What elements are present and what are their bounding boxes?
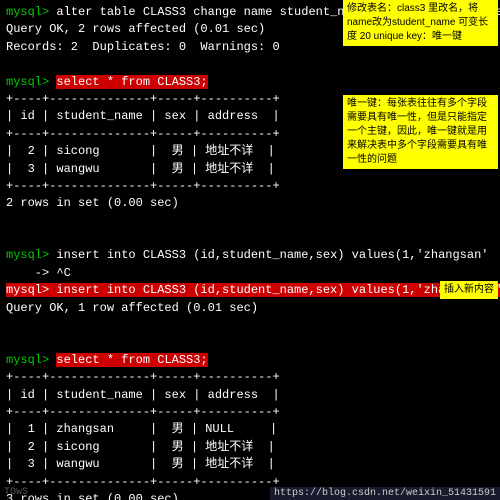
result-3: Records: 2 Duplicates: 0 Warnings: 0 (6, 40, 280, 54)
blank-3 (6, 230, 494, 247)
prompt-insert-1: mysql> (6, 248, 49, 262)
table2-border-1: +----+--------------+-----+----------+ (6, 369, 494, 386)
result-2: Query OK, 2 rows affected (0.01 sec) (6, 22, 265, 36)
rows-result-1: 2 rows in set (0.00 sec) (6, 195, 494, 212)
table-border-3: +----+--------------+-----+----------+ (6, 178, 494, 195)
line-blank-1 (6, 56, 494, 73)
select-cmd-1: select * from CLASS3; (56, 75, 207, 89)
comment-3: 插入新内容 (440, 281, 498, 299)
line-insert-cont: -> ^C (6, 265, 494, 282)
line-insert-2: mysql> insert into CLASS3 (id,student_na… (6, 282, 494, 299)
comment-1: 修改表名：class3 里改名，将name改为student_name 可变长度… (343, 0, 498, 46)
table2-row-2: | 2 | sicong | 男 | 地址不详 | (6, 439, 494, 456)
prompt-1: mysql> (6, 5, 49, 19)
terminal-window: mysql> alter table CLASS3 change name st… (0, 0, 500, 500)
insert-cont: -> ^C (6, 266, 71, 280)
table2-border-2: +----+--------------+-----+----------+ (6, 404, 494, 421)
watermark: TOwS (4, 487, 28, 498)
prompt-sel-2: mysql> (6, 353, 49, 367)
table2-row-3: | 3 | wangwu | 男 | 地址不详 | (6, 456, 494, 473)
blank-2 (6, 213, 494, 230)
blank-4 (6, 317, 494, 334)
line-select-2: mysql> select * from CLASS3; (6, 352, 494, 369)
insert-cmd-highlight: mysql> insert into CLASS3 (id,student_na… (6, 283, 500, 297)
table2-row-1: | 1 | zhangsan | 男 | NULL | (6, 421, 494, 438)
line-5: mysql> select * from CLASS3; (6, 74, 494, 91)
url-text: https://blog.csdn.net/weixin_51431591 (274, 488, 496, 499)
prompt-5: mysql> (6, 75, 49, 89)
query-ok-2: Query OK, 1 row affected (0.01 sec) (6, 300, 494, 317)
comment-2: 唯一键：每张表往往有多个字段需要具有唯一性，但是只能指定一个主键，因此，唯一键就… (343, 95, 498, 169)
line-insert-1: mysql> insert into CLASS3 (id,student_na… (6, 247, 494, 264)
url-bar: https://blog.csdn.net/weixin_51431591 (270, 487, 500, 500)
table2-header: | id | student_name | sex | address | (6, 387, 494, 404)
insert-cmd-1: insert into CLASS3 (id,student_name,sex)… (49, 248, 488, 262)
select-cmd-2: select * from CLASS3; (56, 353, 207, 367)
blank-5 (6, 334, 494, 351)
